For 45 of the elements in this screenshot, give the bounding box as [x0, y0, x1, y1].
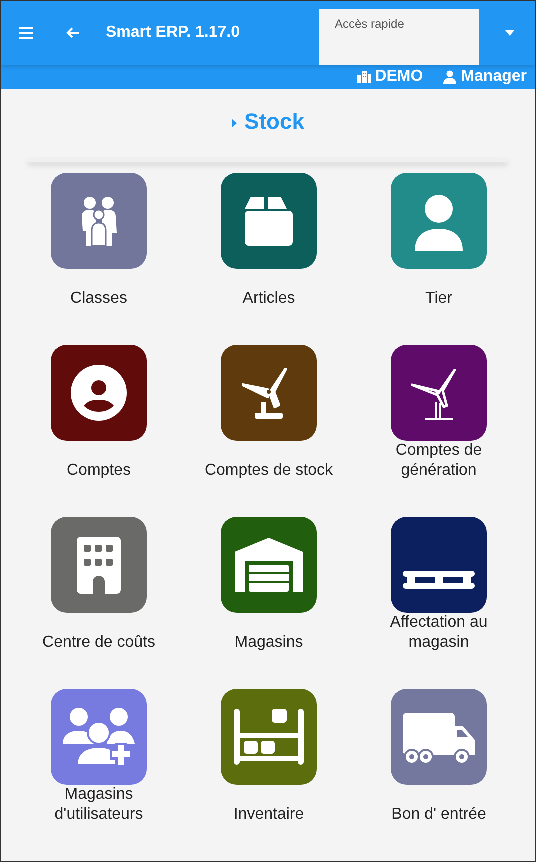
family-icon [81, 196, 118, 247]
tile-label[interactable]: Inventaire [234, 805, 304, 825]
tile-icon-button[interactable] [51, 689, 147, 785]
box-icon [244, 196, 294, 247]
account-circle-icon [70, 364, 128, 422]
tile-label[interactable]: Tier [426, 289, 452, 309]
tile-icon-button[interactable] [391, 345, 487, 441]
tile-label[interactable]: Centre de coûts [42, 633, 156, 653]
tile-label[interactable]: Magasins d'utilisateurs [19, 785, 179, 825]
section-title: Stock [244, 109, 304, 135]
app-title: Smart ERP. 1.17.0 [106, 24, 240, 42]
tile-label[interactable]: Bon d' entrée [392, 805, 486, 825]
building-icon [357, 70, 372, 84]
caret-icon [232, 119, 237, 128]
quick-access-field[interactable]: Accès rapide [319, 9, 479, 65]
tile-icon-button[interactable] [391, 689, 487, 785]
warehouse-icon [234, 537, 304, 593]
tile-label[interactable]: Classes [70, 289, 128, 309]
group-add-icon [62, 707, 136, 766]
tile-icon-button[interactable] [221, 173, 317, 269]
tile-label[interactable]: Articles [242, 289, 296, 309]
tile-label[interactable]: Comptes de génération [359, 441, 519, 481]
wind-turbine-icon [242, 368, 287, 420]
building-icon [76, 536, 122, 595]
tile-icon-button[interactable] [391, 517, 487, 613]
tile-label[interactable]: Affectation au magasin [359, 613, 519, 653]
tile-label[interactable]: Magasins [234, 633, 304, 653]
tile-icon-button[interactable] [51, 345, 147, 441]
pallet-icon [402, 570, 476, 590]
person-icon [414, 194, 464, 252]
tile-icon-button[interactable] [221, 345, 317, 441]
tile-label[interactable]: Comptes [66, 461, 132, 481]
back-button[interactable] [66, 27, 80, 39]
tile-label[interactable]: Comptes de stock [204, 461, 334, 481]
user-icon [443, 70, 458, 84]
menu-button[interactable] [19, 27, 33, 39]
tile-icon-button[interactable] [51, 517, 147, 613]
tile-icon-button[interactable] [221, 689, 317, 785]
dropdown-caret-icon[interactable] [505, 30, 515, 36]
wind-turbine-icon [411, 369, 456, 420]
shelf-icon [233, 708, 305, 766]
tile-icon-button[interactable] [221, 517, 317, 613]
truck-icon [402, 712, 476, 765]
tile-icon-button[interactable] [51, 173, 147, 269]
tile-icon-button[interactable] [391, 173, 487, 269]
